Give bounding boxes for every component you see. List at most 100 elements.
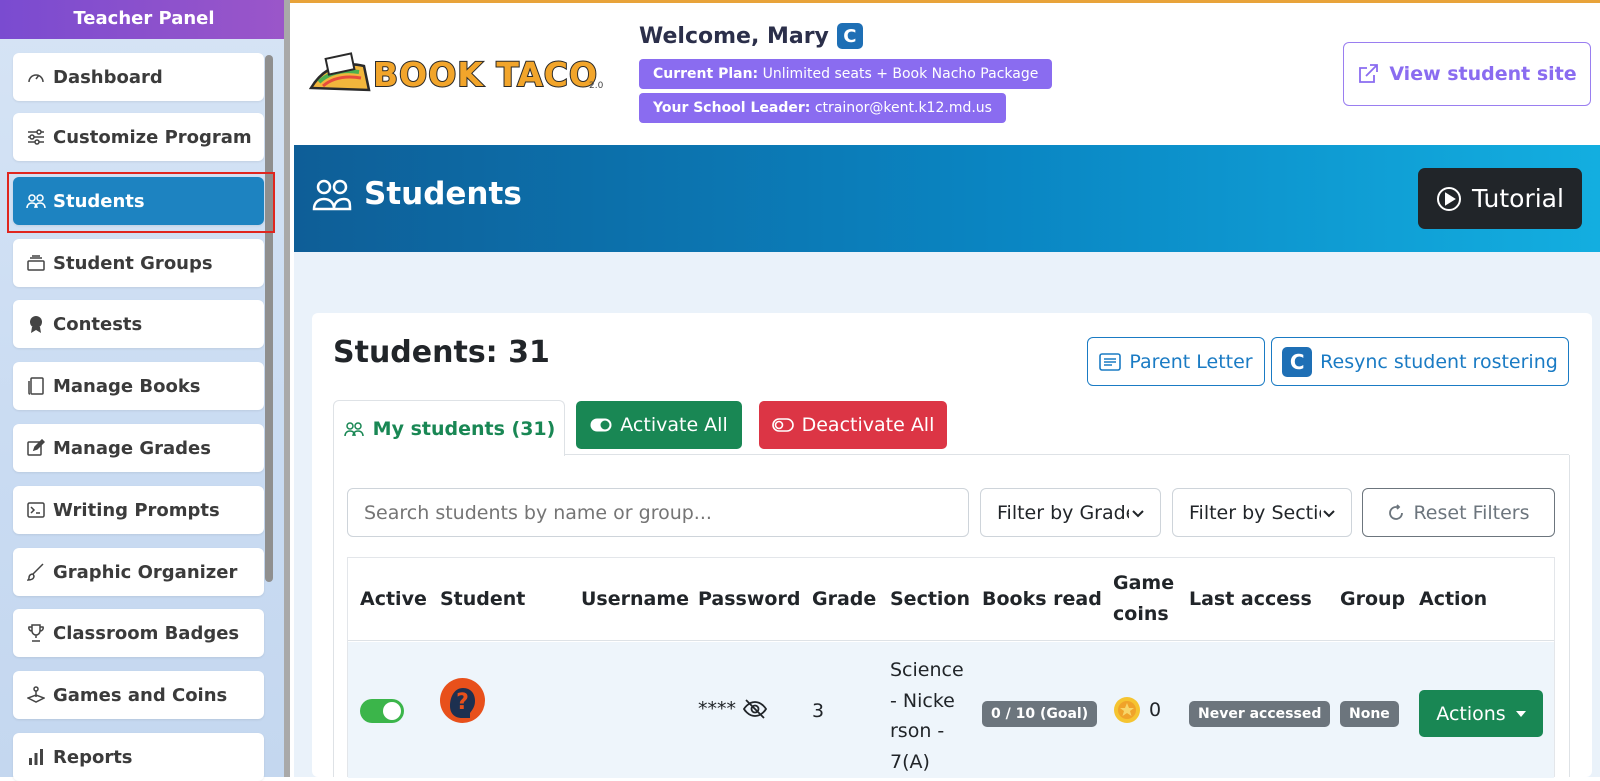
section-cell: Science - Nicke rson - 7(A) xyxy=(890,655,964,777)
card-text-icon xyxy=(1099,352,1122,371)
sidebar-item-manage-books[interactable]: Manage Books xyxy=(13,362,264,410)
eye-slash-icon[interactable] xyxy=(742,699,768,719)
trophy-icon xyxy=(25,624,47,642)
joystick-icon xyxy=(25,686,47,704)
actions-label: Actions xyxy=(1436,702,1506,725)
col-username[interactable]: Username xyxy=(581,588,689,610)
svg-text:?: ? xyxy=(456,690,469,715)
reset-filters-label: Reset Filters xyxy=(1413,501,1530,524)
resync-rostering-button[interactable]: C Resync student rostering xyxy=(1271,337,1569,386)
chevron-down-icon xyxy=(1132,510,1144,518)
deactivate-all-button[interactable]: Deactivate All xyxy=(759,401,947,449)
books-read-badge: 0 / 10 (Goal) xyxy=(982,701,1098,727)
col-password[interactable]: Password xyxy=(698,588,800,610)
sidebar-title: Teacher Panel xyxy=(0,0,288,39)
view-student-site-button[interactable]: View student site xyxy=(1343,42,1591,106)
sliders-icon xyxy=(25,128,47,146)
game-coins-value: 0 xyxy=(1149,699,1162,721)
students-count-heading: Students: 31 xyxy=(333,335,550,370)
sidebar-item-label: Customize Program xyxy=(53,126,252,148)
filter-grade-select[interactable]: Filter by Grade xyxy=(980,488,1161,537)
tutorial-label: Tutorial xyxy=(1472,184,1564,213)
sidebar-item-graphic-organizer[interactable]: Graphic Organizer xyxy=(13,548,264,596)
chevron-down-icon xyxy=(1323,510,1335,518)
bar-chart-icon xyxy=(25,748,47,766)
sidebar-item-label: Reports xyxy=(53,746,133,768)
people-icon xyxy=(343,421,364,436)
page-title-text: Students xyxy=(364,176,522,212)
col-active[interactable]: Active xyxy=(360,588,427,610)
section-line: Science xyxy=(890,659,964,681)
section-line: - Nicke xyxy=(890,689,955,712)
col-section[interactable]: Section xyxy=(890,588,970,610)
leader-label: Your School Leader: xyxy=(653,100,811,116)
actions-dropdown-button[interactable]: Actions xyxy=(1419,690,1543,737)
game-coins-cell: 0 xyxy=(1113,696,1161,724)
sidebar-item-games-and-coins[interactable]: Games and Coins xyxy=(13,671,264,719)
col-group[interactable]: Group xyxy=(1340,588,1405,610)
view-student-site-label: View student site xyxy=(1389,63,1577,85)
refresh-icon xyxy=(1389,503,1404,520)
question-avatar-icon: ? xyxy=(450,688,475,718)
table-row: ? **** 3 Science - Nicke rson - 7(A) 0 /… xyxy=(348,642,1554,778)
section-line: rson - xyxy=(890,720,945,742)
col-student[interactable]: Student xyxy=(440,588,525,610)
current-plan-pill: Current Plan: Unlimited seats + Book Nac… xyxy=(639,59,1053,89)
activate-all-button[interactable]: Activate All xyxy=(576,401,742,449)
plan-value: Unlimited seats + Book Nacho Package xyxy=(762,66,1039,82)
tab-my-students-label: My students (31) xyxy=(372,417,556,440)
book-taco-logo[interactable]: BOOK TACO 2.0 xyxy=(308,50,609,100)
plan-label: Current Plan: xyxy=(653,66,759,82)
speedometer-icon xyxy=(25,68,47,86)
active-toggle[interactable] xyxy=(360,699,404,723)
external-link-icon xyxy=(1359,64,1379,83)
sidebar-item-label: Writing Prompts xyxy=(53,499,220,521)
parent-letter-label: Parent Letter xyxy=(1129,350,1253,373)
sidebar-divider xyxy=(284,0,290,777)
sidebar-item-label: Student Groups xyxy=(53,252,213,274)
col-game-coins-line1[interactable]: Game xyxy=(1113,572,1174,594)
sidebar-scrollbar[interactable] xyxy=(265,55,273,582)
toggle-off-icon xyxy=(771,418,794,432)
col-books-read[interactable]: Books read xyxy=(982,588,1102,610)
journals-icon xyxy=(25,377,47,395)
search-input[interactable] xyxy=(347,488,969,537)
sidebar-item-customize-program[interactable]: Customize Program xyxy=(13,113,264,161)
col-game-coins-line2[interactable]: coins xyxy=(1113,603,1169,625)
terminal-icon xyxy=(25,501,47,519)
svg-text:BOOK TACO: BOOK TACO xyxy=(373,55,598,94)
sidebar-item-student-groups[interactable]: Student Groups xyxy=(13,239,264,287)
sidebar-item-label: Graphic Organizer xyxy=(53,561,238,583)
col-action[interactable]: Action xyxy=(1419,588,1487,610)
selection-highlight-box xyxy=(7,172,275,233)
tab-my-students[interactable]: My students (31) xyxy=(333,400,565,456)
filter-section-value: Filter by Section xyxy=(1189,501,1321,524)
students-table: Active Student Username Password Grade S… xyxy=(347,557,1555,778)
filter-section-select[interactable]: Filter by Section xyxy=(1172,488,1352,537)
page-title: Students xyxy=(312,176,522,212)
section-line: 7(A) xyxy=(890,750,930,773)
sidebar-item-dashboard[interactable]: Dashboard xyxy=(13,53,264,101)
col-last-access[interactable]: Last access xyxy=(1189,588,1312,610)
sidebar-item-contests[interactable]: Contests xyxy=(13,300,264,348)
sidebar-item-label: Games and Coins xyxy=(53,684,228,706)
coin-icon xyxy=(1114,697,1140,723)
password-cell: **** xyxy=(698,698,768,720)
clever-badge-icon: C xyxy=(836,23,863,49)
leader-value: ctrainor@kent.k12.md.us xyxy=(814,100,992,116)
avatar[interactable]: ? xyxy=(440,678,485,723)
sidebar-item-writing-prompts[interactable]: Writing Prompts xyxy=(13,486,264,534)
tutorial-button[interactable]: Tutorial xyxy=(1418,168,1582,229)
reset-filters-button[interactable]: Reset Filters xyxy=(1362,488,1555,537)
sidebar-item-classroom-badges[interactable]: Classroom Badges xyxy=(13,609,264,657)
clever-icon: C xyxy=(1282,346,1313,377)
toggle-on-icon xyxy=(590,418,612,432)
people-icon xyxy=(312,179,352,211)
svg-text:2.0: 2.0 xyxy=(589,81,604,91)
group-badge: None xyxy=(1340,701,1399,727)
parent-letter-button[interactable]: Parent Letter xyxy=(1087,337,1265,386)
grade-cell: 3 xyxy=(812,700,825,722)
col-grade[interactable]: Grade xyxy=(812,588,876,610)
sidebar-item-manage-grades[interactable]: Manage Grades xyxy=(13,424,264,472)
sidebar-item-reports[interactable]: Reports xyxy=(13,733,264,781)
